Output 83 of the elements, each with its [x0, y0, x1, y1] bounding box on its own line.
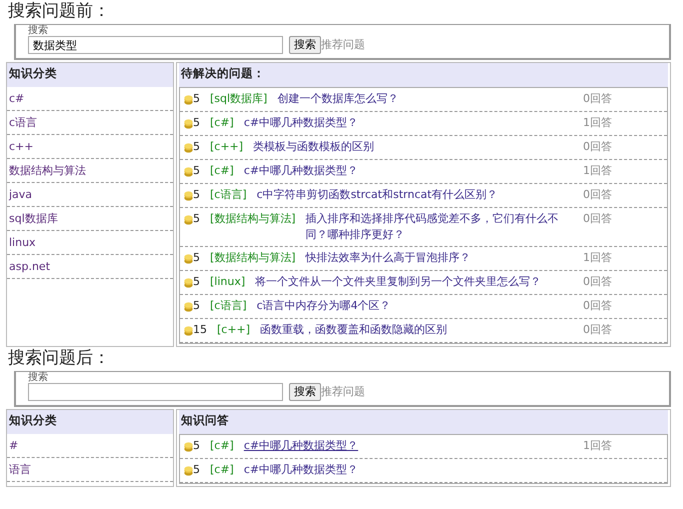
category-link[interactable]: sql数据库 — [7, 207, 173, 231]
category-link[interactable]: linux — [7, 231, 173, 255]
coin-icon — [184, 119, 193, 129]
answer-count: 1回答 — [583, 163, 613, 179]
caption: 搜索问题前： — [8, 0, 111, 22]
category-link[interactable]: c语言 — [7, 111, 173, 135]
question-link[interactable]: 创建一个数据库怎么写？ — [277, 91, 579, 107]
tag: [c++] — [217, 322, 250, 338]
search-button[interactable]: 搜索 — [289, 36, 321, 54]
question-link[interactable]: 函数重载，函数覆盖和函数隐藏的区别 — [260, 322, 579, 338]
points: 5 — [193, 139, 200, 155]
question-link[interactable]: c中字符串剪切函数strcat和strncat有什么区别？ — [256, 187, 579, 203]
question-link[interactable]: c#中哪几种数据类型？ — [244, 462, 663, 478]
points: 5 — [193, 91, 200, 107]
answer-count: 0回答 — [583, 211, 613, 227]
recommend-link[interactable]: 推荐问题 — [321, 384, 365, 400]
points: 5 — [193, 462, 200, 478]
legend: 搜索 — [28, 25, 657, 36]
tag: [c#] — [210, 163, 234, 179]
category-link[interactable]: java — [7, 183, 173, 207]
tag: [数据结构与算法] — [210, 211, 296, 227]
search-field[interactable]: 数据类型 — [28, 36, 283, 54]
question-link[interactable]: c#中哪几种数据类型？ — [244, 438, 579, 454]
points: 5 — [193, 438, 200, 454]
points: 5 — [193, 250, 200, 266]
coin-icon — [184, 215, 193, 225]
coin-icon — [184, 302, 193, 312]
tag: [c#] — [210, 438, 234, 454]
points: 5 — [193, 187, 200, 203]
tag: [c语言] — [210, 298, 247, 314]
panel-header: 知识问答 — [179, 410, 668, 434]
panel-header: 知识分类 — [7, 410, 173, 434]
points: 15 — [193, 322, 207, 338]
tag: [sql数据库] — [210, 91, 268, 107]
answer-count: 0回答 — [583, 322, 613, 338]
legend: 搜索 — [28, 372, 657, 383]
search-button[interactable]: 搜索 — [289, 383, 321, 401]
points: 5 — [193, 274, 200, 290]
question-link[interactable]: 插入排序和选择排序代码感觉差不多，它们有什么不同？哪种排序更好？ — [306, 211, 579, 243]
coin-icon — [184, 442, 193, 452]
coin-icon — [184, 143, 193, 153]
question-link[interactable]: 快排法效率为什么高于冒泡排序？ — [306, 250, 579, 266]
question-link[interactable]: 将一个文件从一个文件夹里复制到另一个文件夹里怎么写？ — [255, 274, 579, 290]
tag: [c语言] — [210, 187, 247, 203]
coin-icon — [184, 466, 193, 476]
answer-count: 0回答 — [583, 139, 613, 155]
coin-icon — [184, 326, 193, 336]
tag: [c#] — [210, 462, 234, 478]
category-link[interactable]: 语言 — [7, 458, 173, 482]
tag: [linux] — [210, 274, 246, 290]
category-link[interactable]: asp.net — [7, 255, 173, 279]
coin-icon — [184, 95, 193, 105]
tag: [c++] — [210, 139, 244, 155]
points: 5 — [193, 163, 200, 179]
answer-count: 0回答 — [583, 91, 613, 107]
answer-count: 1回答 — [583, 250, 613, 266]
coin-icon — [184, 278, 193, 288]
category-link[interactable]: # — [7, 434, 173, 458]
answer-count: 0回答 — [583, 298, 613, 314]
tag: [数据结构与算法] — [210, 250, 296, 266]
caption: 搜索问题后： — [8, 347, 111, 369]
panel-header: 知识分类 — [7, 63, 173, 87]
points: 5 — [193, 298, 200, 314]
answer-count: 1回答 — [583, 115, 613, 131]
question-link[interactable]: 类模板与函数模板的区别 — [253, 139, 579, 155]
coin-icon — [184, 191, 193, 201]
category-link[interactable]: c# — [7, 87, 173, 111]
recommend-link[interactable]: 推荐问题 — [321, 36, 365, 54]
points: 5 — [193, 115, 200, 131]
tag: [c#] — [210, 115, 234, 131]
question-link[interactable]: c语言中内存分为哪4个区？ — [256, 298, 579, 314]
question-link[interactable]: c#中哪几种数据类型？ — [244, 163, 579, 179]
search-field[interactable] — [28, 383, 283, 401]
category-link[interactable]: 数据结构与算法 — [7, 159, 173, 183]
category-link[interactable]: c++ — [7, 135, 173, 159]
coin-icon — [184, 254, 193, 264]
answer-count: 0回答 — [583, 187, 613, 203]
answer-count: 1回答 — [583, 438, 613, 454]
answer-count: 0回答 — [583, 274, 613, 290]
points: 5 — [193, 211, 200, 227]
coin-icon — [184, 167, 193, 177]
question-link[interactable]: c#中哪几种数据类型？ — [244, 115, 579, 131]
panel-header: 待解决的问题： — [179, 63, 668, 87]
